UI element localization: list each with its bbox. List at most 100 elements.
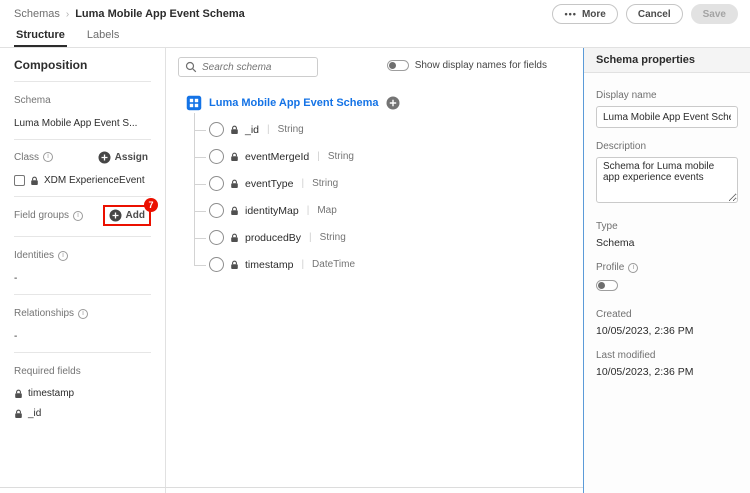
schema-root-title[interactable]: Luma Mobile App Event Schema — [209, 97, 379, 109]
composition-panel: Composition Schema Luma Mobile App Event… — [0, 48, 166, 493]
display-names-toggle[interactable] — [386, 60, 409, 71]
identities-value: - — [14, 273, 18, 284]
relationships-value: - — [14, 331, 18, 342]
field-groups-label-text: Field groups — [14, 210, 70, 221]
lock-icon — [231, 152, 238, 161]
schema-section-label: Schema — [14, 95, 51, 106]
schema-root-row[interactable]: Luma Mobile App Event Schema — [186, 93, 571, 113]
schema-tree: Luma Mobile App Event Schema _id | Strin… — [186, 93, 571, 278]
identities-section: Identities - — [14, 236, 151, 294]
assign-button-label: Assign — [114, 151, 148, 163]
class-label-text: Class — [14, 151, 40, 163]
schema-canvas: Show display names for fields Luma Mobil… — [166, 48, 583, 493]
schema-properties-body: Display name Description Schema for Luma… — [584, 73, 750, 378]
schema-root-icon — [186, 95, 202, 111]
more-dots-icon: ••• — [564, 9, 577, 19]
annotation-step-badge: 7 — [144, 198, 158, 212]
field-name: identityMap — [245, 204, 299, 217]
created-value: 10/05/2023, 2:36 PM — [596, 325, 694, 337]
schema-field-row[interactable]: timestamp | DateTime — [194, 251, 571, 278]
field-node-circle — [209, 257, 224, 272]
field-groups-section: Field groups Add 7 — [14, 196, 158, 236]
main-area: Composition Schema Luma Mobile App Event… — [0, 48, 750, 493]
schema-field-row[interactable]: _id | String — [195, 116, 571, 143]
breadcrumb-schemas-link[interactable]: Schemas — [14, 8, 60, 20]
schema-name-value: Luma Mobile App Event S... — [14, 118, 138, 129]
cancel-button[interactable]: Cancel — [625, 4, 683, 24]
schema-field-list: _id | String eventMergeId | String event… — [194, 113, 571, 278]
breadcrumb: Schemas › Luma Mobile App Event Schema — [14, 8, 245, 20]
description-label: Description — [596, 141, 647, 152]
schema-field-row[interactable]: identityMap | Map — [195, 197, 571, 224]
field-separator: | — [301, 259, 305, 270]
more-button[interactable]: ••• More — [552, 4, 618, 24]
info-icon — [43, 152, 54, 162]
lock-icon — [15, 409, 22, 418]
composition-header-section: Composition — [14, 58, 151, 81]
class-checkbox[interactable] — [14, 175, 25, 186]
top-bar: Schemas › Luma Mobile App Event Schema •… — [0, 0, 750, 28]
field-node-circle — [209, 230, 224, 245]
tab-bar: Structure Labels — [0, 28, 750, 48]
add-field-group-button[interactable]: Add — [106, 207, 148, 224]
schema-properties-panel: Schema properties Display name Descripti… — [583, 48, 750, 493]
schema-properties-title: Schema properties — [584, 48, 750, 73]
lock-icon — [231, 260, 238, 269]
top-actions: ••• More Cancel Save — [552, 4, 738, 24]
class-item-name: XDM ExperienceEvent — [44, 175, 145, 186]
relationships-section: Relationships - — [14, 294, 151, 352]
field-type: String — [312, 178, 339, 189]
field-name: _id — [245, 123, 260, 136]
field-type: DateTime — [312, 259, 356, 270]
class-section-label: Class — [14, 151, 54, 163]
search-icon — [185, 61, 197, 73]
field-node-circle — [209, 203, 224, 218]
plus-circle-icon — [109, 209, 122, 222]
add-field-node-button[interactable] — [386, 96, 400, 110]
display-name-label: Display name — [596, 90, 657, 101]
info-icon — [628, 262, 639, 273]
add-button-label: Add — [125, 210, 145, 221]
type-label: Type — [596, 221, 618, 232]
required-field-row: timestamp — [14, 388, 151, 399]
schema-section: Schema Luma Mobile App Event S... — [14, 81, 151, 139]
field-separator: | — [317, 151, 320, 162]
lock-icon — [231, 179, 238, 188]
display-names-toggle-row: Show display names for fields — [386, 60, 547, 71]
required-field-name: timestamp — [28, 388, 75, 399]
info-icon — [78, 308, 89, 319]
plus-circle-icon — [98, 151, 111, 163]
profile-toggle[interactable] — [596, 280, 618, 291]
lock-icon — [231, 233, 238, 242]
required-fields-section: Required fields timestamp _id — [14, 352, 151, 429]
field-name: producedBy — [245, 231, 302, 244]
relationships-label-text: Relationships — [14, 308, 75, 319]
schema-editor-window: Schemas › Luma Mobile App Event Schema •… — [0, 0, 750, 493]
display-name-input[interactable] — [596, 106, 738, 128]
lock-icon — [15, 389, 22, 398]
schema-field-row[interactable]: producedBy | String — [195, 224, 571, 251]
field-type: String — [327, 151, 354, 162]
breadcrumb-separator-icon: › — [65, 8, 70, 20]
class-item-row: XDM ExperienceEvent — [14, 175, 151, 186]
identities-label-text: Identities — [14, 250, 55, 261]
schema-search-box — [178, 57, 318, 77]
tab-labels[interactable]: Labels — [85, 29, 121, 47]
bottom-divider — [0, 487, 583, 488]
schema-field-row[interactable]: eventType | String — [195, 170, 571, 197]
required-field-row: _id — [14, 408, 151, 419]
search-schema-input[interactable] — [202, 61, 311, 73]
tab-structure[interactable]: Structure — [14, 29, 67, 47]
field-separator: | — [306, 205, 310, 216]
save-button[interactable]: Save — [690, 4, 738, 24]
more-button-label: More — [581, 8, 606, 20]
field-separator: | — [267, 124, 270, 135]
lock-icon — [231, 206, 238, 215]
assign-class-button[interactable]: Assign — [95, 149, 151, 166]
field-separator: | — [301, 178, 305, 189]
info-icon — [58, 250, 69, 261]
field-name: eventType — [245, 177, 294, 190]
schema-field-row[interactable]: eventMergeId | String — [195, 143, 571, 170]
description-textarea[interactable]: Schema for Luma mobile app experience ev… — [596, 157, 738, 203]
field-type: Map — [317, 205, 337, 216]
